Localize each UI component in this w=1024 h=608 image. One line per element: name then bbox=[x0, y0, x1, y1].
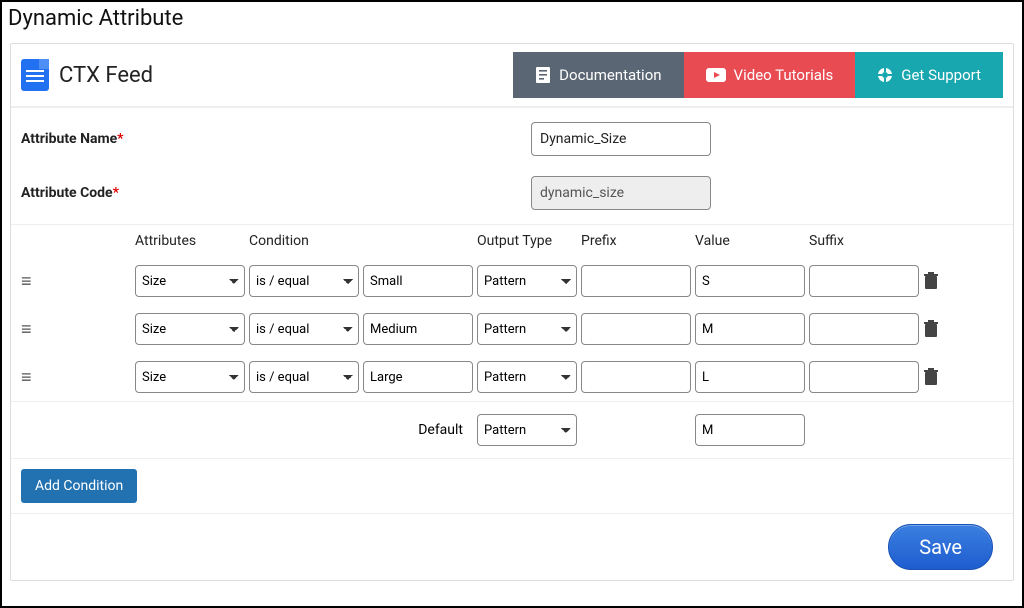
page-title: Dynamic Attribute bbox=[2, 2, 1022, 35]
default-row: Default Pattern bbox=[11, 401, 1013, 458]
delete-row-button[interactable] bbox=[923, 320, 963, 338]
video-icon bbox=[706, 68, 726, 82]
drag-handle-icon[interactable]: ≡ bbox=[21, 319, 41, 340]
required-mark: * bbox=[117, 131, 123, 147]
trash-icon bbox=[923, 320, 939, 338]
value-input[interactable] bbox=[695, 265, 805, 297]
brand-logo-icon bbox=[21, 59, 49, 91]
header-buttons: Documentation Video Tutorials Get Suppor… bbox=[513, 52, 1003, 98]
grid-header: Attributes Condition Output Type Prefix … bbox=[11, 225, 1013, 257]
documentation-button[interactable]: Documentation bbox=[513, 52, 683, 98]
column-condition: Condition bbox=[249, 233, 359, 249]
documentation-label: Documentation bbox=[559, 66, 661, 84]
output-type-select[interactable]: Pattern bbox=[477, 361, 577, 393]
value-input[interactable] bbox=[695, 313, 805, 345]
condition-select[interactable]: is / equal bbox=[249, 313, 359, 345]
brand-title: CTX Feed bbox=[59, 63, 153, 88]
column-prefix: Prefix bbox=[581, 233, 691, 249]
footer-save: Save bbox=[11, 513, 1013, 580]
delete-row-button[interactable] bbox=[923, 368, 963, 386]
save-button[interactable]: Save bbox=[888, 524, 993, 570]
header-bar: CTX Feed Documentation Video Tutorials G… bbox=[11, 44, 1013, 107]
column-value: Value bbox=[695, 233, 805, 249]
video-tutorials-button[interactable]: Video Tutorials bbox=[684, 52, 856, 98]
attribute-select[interactable]: Size bbox=[135, 265, 245, 297]
trash-icon bbox=[923, 272, 939, 290]
attribute-code-label: Attribute Code* bbox=[21, 185, 531, 201]
prefix-input[interactable] bbox=[581, 361, 691, 393]
required-mark: * bbox=[113, 185, 119, 201]
prefix-input[interactable] bbox=[581, 313, 691, 345]
value-input[interactable] bbox=[695, 361, 805, 393]
main-panel: CTX Feed Documentation Video Tutorials G… bbox=[10, 43, 1014, 581]
brand: CTX Feed bbox=[21, 59, 153, 91]
attribute-select[interactable]: Size bbox=[135, 313, 245, 345]
form-section: Attribute Name* Attribute Code* bbox=[11, 107, 1013, 224]
grid-section: Attributes Condition Output Type Prefix … bbox=[11, 224, 1013, 458]
suffix-input[interactable] bbox=[809, 313, 919, 345]
drag-handle-icon[interactable]: ≡ bbox=[21, 367, 41, 388]
add-condition-button[interactable]: Add Condition bbox=[21, 469, 137, 503]
condition-value-input[interactable] bbox=[363, 361, 473, 393]
attribute-code-input bbox=[531, 176, 711, 210]
attribute-name-input[interactable] bbox=[531, 122, 711, 156]
condition-row: ≡ Size is / equal Pattern bbox=[11, 353, 1013, 401]
condition-value-input[interactable] bbox=[363, 265, 473, 297]
column-suffix: Suffix bbox=[809, 233, 919, 249]
footer-actions: Add Condition bbox=[11, 458, 1013, 513]
condition-row: ≡ Size is / equal Pattern bbox=[11, 257, 1013, 305]
condition-select[interactable]: is / equal bbox=[249, 361, 359, 393]
default-output-type-select[interactable]: Pattern bbox=[477, 414, 577, 446]
video-tutorials-label: Video Tutorials bbox=[734, 66, 834, 84]
suffix-input[interactable] bbox=[809, 361, 919, 393]
condition-select[interactable]: is / equal bbox=[249, 265, 359, 297]
document-icon bbox=[535, 66, 551, 84]
get-support-label: Get Support bbox=[901, 66, 981, 84]
default-label: Default bbox=[363, 422, 473, 438]
get-support-button[interactable]: Get Support bbox=[855, 52, 1003, 98]
default-value-input[interactable] bbox=[695, 414, 805, 446]
support-icon bbox=[877, 67, 893, 83]
column-attributes: Attributes bbox=[135, 233, 245, 249]
attribute-name-label: Attribute Name* bbox=[21, 131, 531, 147]
trash-icon bbox=[923, 368, 939, 386]
attribute-select[interactable]: Size bbox=[135, 361, 245, 393]
column-output-type: Output Type bbox=[477, 233, 577, 249]
condition-row: ≡ Size is / equal Pattern bbox=[11, 305, 1013, 353]
output-type-select[interactable]: Pattern bbox=[477, 265, 577, 297]
condition-value-input[interactable] bbox=[363, 313, 473, 345]
suffix-input[interactable] bbox=[809, 265, 919, 297]
drag-handle-icon[interactable]: ≡ bbox=[21, 271, 41, 292]
prefix-input[interactable] bbox=[581, 265, 691, 297]
output-type-select[interactable]: Pattern bbox=[477, 313, 577, 345]
delete-row-button[interactable] bbox=[923, 272, 963, 290]
